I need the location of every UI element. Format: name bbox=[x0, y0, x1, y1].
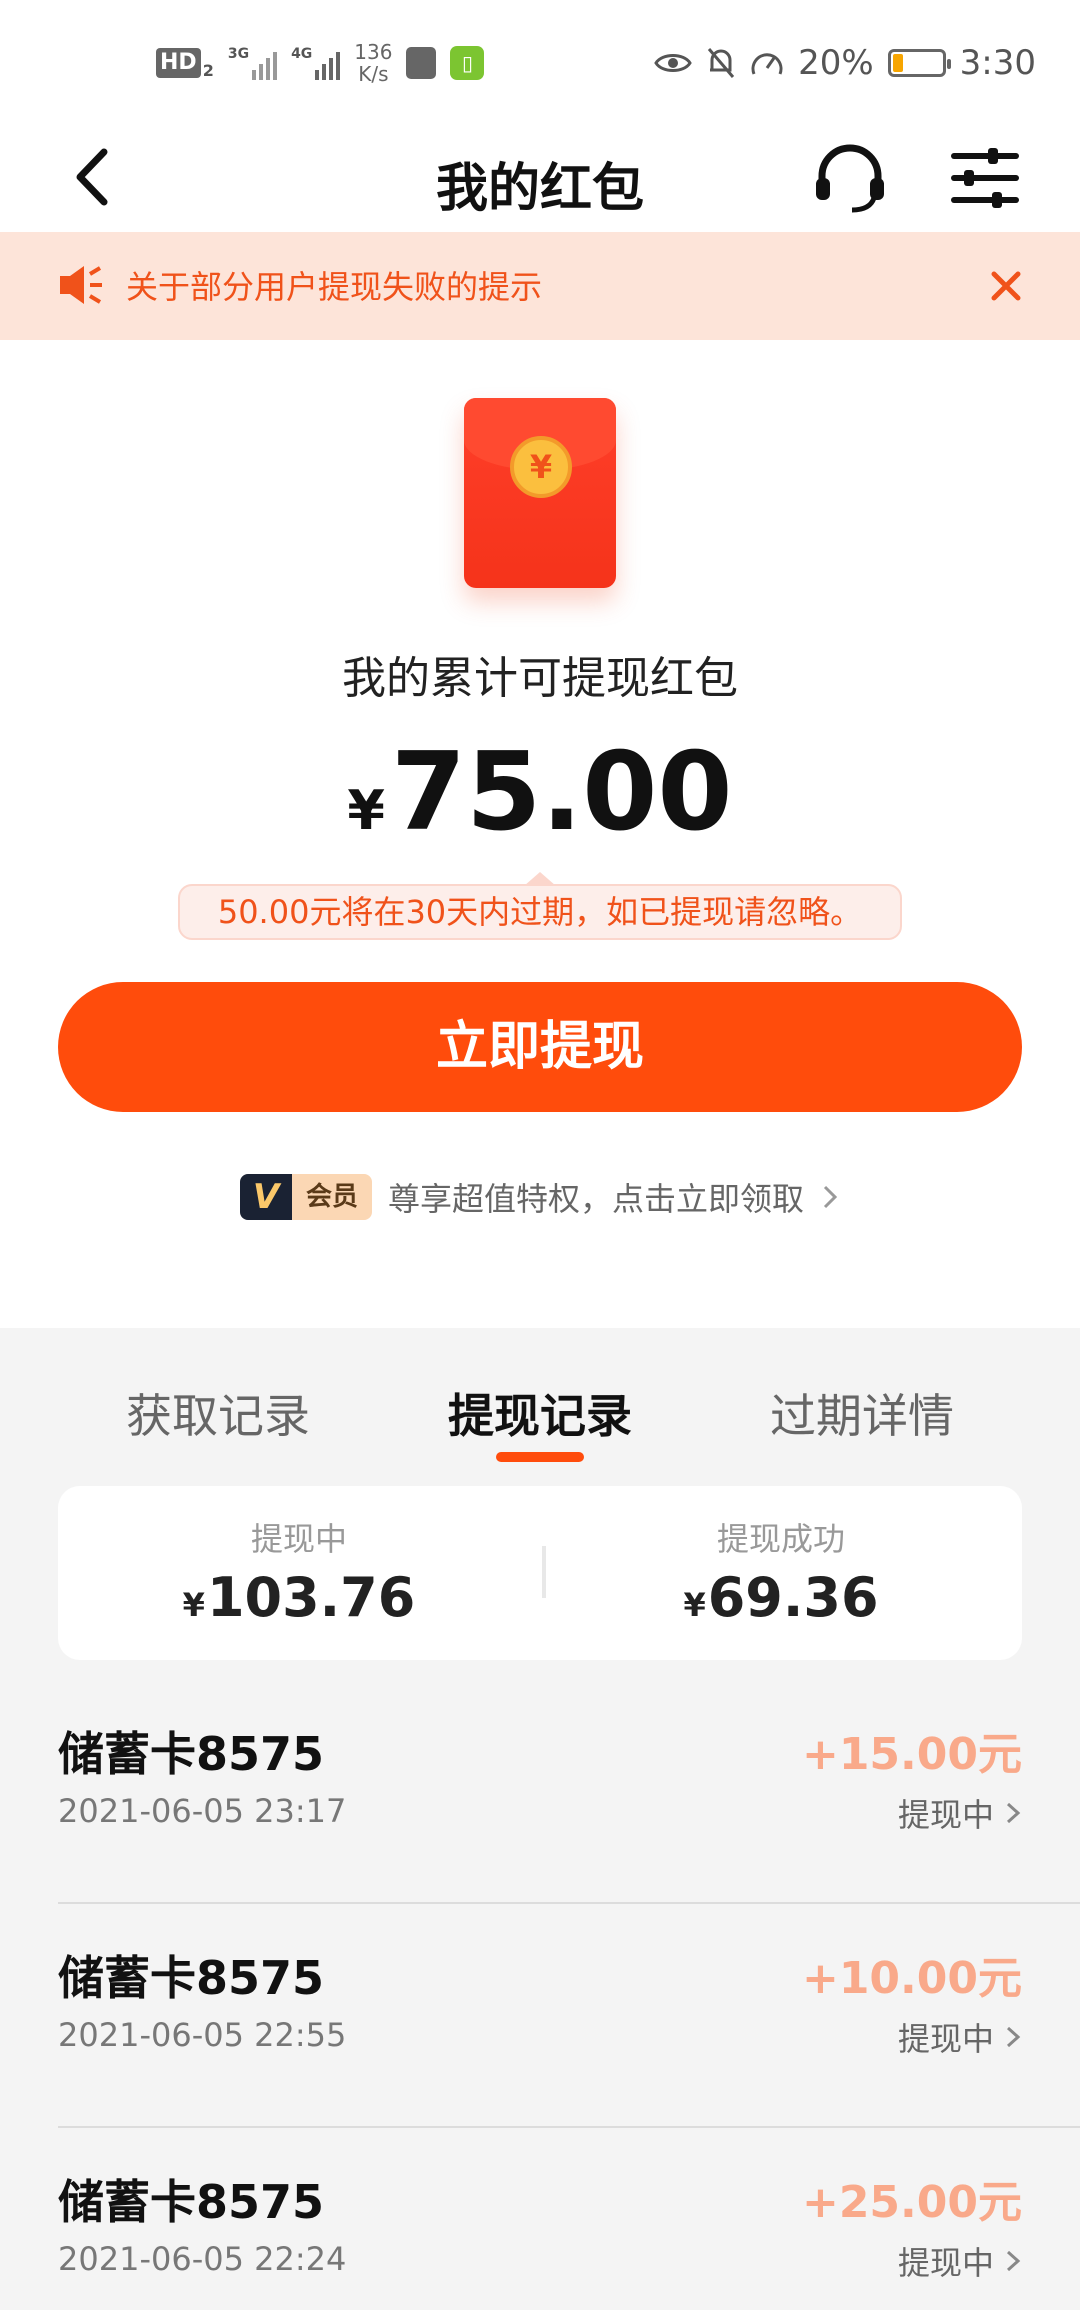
net-4g-label: 4G bbox=[291, 46, 313, 62]
tab-expired-details[interactable]: 过期详情 bbox=[712, 1380, 1012, 1446]
summary-success: 提现成功 ¥69.36 bbox=[540, 1486, 1022, 1660]
notice-banner[interactable]: 关于部分用户提现失败的提示 bbox=[0, 232, 1080, 340]
hd-icon: HD bbox=[156, 48, 201, 78]
record-amount: +15.00元 bbox=[801, 1729, 1022, 1780]
withdraw-summary-card: 提现中 ¥103.76 提现成功 ¥69.36 bbox=[58, 1486, 1022, 1660]
notice-text[interactable]: 关于部分用户提现失败的提示 bbox=[126, 262, 542, 308]
chevron-right-icon bbox=[1006, 1802, 1021, 1824]
pending-amount: 103.76 bbox=[206, 1566, 416, 1629]
record-status-label: 提现中 bbox=[897, 2020, 994, 2058]
record-title: 储蓄卡8575 bbox=[58, 2175, 325, 2229]
withdraw-now-button[interactable]: 立即提现 bbox=[58, 982, 1022, 1112]
tab-withdraw-records[interactable]: 提现记录 bbox=[390, 1380, 690, 1446]
record-status[interactable]: 提现中 bbox=[898, 2014, 1022, 2060]
speaker-icon bbox=[60, 266, 102, 304]
status-left-icons: HD 2 3G 4G 136 K/s ▯ bbox=[156, 38, 485, 88]
balance-currency: ¥ bbox=[347, 779, 385, 842]
notice-close-button[interactable] bbox=[978, 258, 1034, 314]
customer-service-button[interactable] bbox=[812, 140, 888, 216]
yuan-coin-icon: ¥ bbox=[510, 436, 572, 498]
network-speed: 136 K/s bbox=[354, 41, 392, 85]
record-status-label: 提现中 bbox=[897, 2244, 994, 2282]
record-row[interactable]: 储蓄卡8575 2021-06-05 22:55 +10.00元 提现中 bbox=[0, 1904, 1080, 2128]
vip-promo-link[interactable]: V 会员 尊享超值特权，点击立即领取 bbox=[0, 1170, 1080, 1224]
pending-value: ¥103.76 bbox=[58, 1566, 540, 1629]
summary-pending: 提现中 ¥103.76 bbox=[58, 1486, 540, 1660]
record-row[interactable]: 储蓄卡8575 2021-06-05 23:17 +15.00元 提现中 bbox=[0, 1680, 1080, 1904]
hd-sub-label: 2 bbox=[202, 60, 214, 80]
status-bar: HD 2 3G 4G 136 K/s ▯ 20% 3:30 bbox=[0, 0, 1080, 120]
success-label: 提现成功 bbox=[716, 1520, 845, 1558]
balance-amount: ¥75.00 bbox=[0, 730, 1080, 855]
sim-card-icon bbox=[406, 47, 437, 79]
record-status[interactable]: 提现中 bbox=[898, 2238, 1022, 2284]
signal-3g-icon: 3G bbox=[227, 46, 278, 80]
balance-label: 我的累计可提现红包 bbox=[342, 653, 738, 704]
pending-currency: ¥ bbox=[182, 1586, 205, 1624]
balance-amount-value: 75.00 bbox=[390, 730, 733, 855]
battery-percent: 20% bbox=[798, 43, 874, 83]
app-header: 我的红包 bbox=[0, 120, 1080, 232]
speed-value: 136 bbox=[354, 40, 393, 64]
status-right-icons: 20% 3:30 bbox=[654, 38, 1036, 88]
close-icon bbox=[991, 271, 1021, 301]
filter-settings-button[interactable] bbox=[950, 140, 1020, 216]
vip-badge: V 会员 bbox=[239, 1174, 372, 1220]
record-title: 储蓄卡8575 bbox=[58, 1951, 325, 2005]
record-status[interactable]: 提现中 bbox=[898, 1790, 1022, 1836]
battery-icon bbox=[887, 49, 951, 77]
chevron-right-icon bbox=[1006, 2250, 1021, 2272]
headset-icon bbox=[816, 144, 884, 213]
sliders-icon bbox=[951, 148, 1019, 208]
vip-promo-text: 尊享超值特权，点击立即领取 bbox=[388, 1180, 805, 1218]
tab-earn-records[interactable]: 获取记录 bbox=[68, 1380, 368, 1446]
record-title: 储蓄卡8575 bbox=[58, 1727, 325, 1781]
app-notification-icon: ▯ bbox=[450, 46, 485, 80]
success-value: ¥69.36 bbox=[540, 1566, 1022, 1629]
vip-logo-icon: V bbox=[239, 1174, 292, 1220]
record-amount: +25.00元 bbox=[801, 2177, 1022, 2228]
record-amount: +10.00元 bbox=[801, 1953, 1022, 2004]
eye-icon bbox=[654, 54, 692, 72]
page-title: 我的红包 bbox=[435, 159, 644, 219]
chevron-right-icon bbox=[823, 1185, 838, 1209]
record-tabs: 获取记录 提现记录 过期详情 bbox=[0, 1360, 1080, 1470]
mute-bell-icon bbox=[707, 48, 735, 78]
clock-time: 3:30 bbox=[959, 43, 1036, 83]
vip-badge-label: 会员 bbox=[291, 1174, 372, 1220]
speed-gauge-icon bbox=[751, 53, 783, 75]
record-time: 2021-06-05 23:17 bbox=[58, 1792, 347, 1830]
speed-unit: K/s bbox=[358, 62, 389, 86]
expire-tip: 50.00元将在30天内过期，如已提现请忽略。 bbox=[178, 872, 902, 940]
record-row[interactable]: 储蓄卡8575 2021-06-05 22:24 +25.00元 提现中 bbox=[0, 2128, 1080, 2310]
signal-4g-icon: 4G bbox=[291, 46, 341, 80]
pending-label: 提现中 bbox=[250, 1520, 347, 1558]
balance-card: ¥ 我的累计可提现红包 ¥75.00 50.00元将在30天内过期，如已提现请忽… bbox=[0, 340, 1080, 1328]
active-tab-indicator bbox=[496, 1452, 584, 1462]
record-status-label: 提现中 bbox=[897, 1796, 994, 1834]
success-currency: ¥ bbox=[683, 1586, 706, 1624]
success-amount: 69.36 bbox=[707, 1566, 879, 1629]
red-envelope-icon: ¥ bbox=[464, 398, 616, 588]
record-time: 2021-06-05 22:24 bbox=[58, 2240, 347, 2278]
record-time: 2021-06-05 22:55 bbox=[58, 2016, 347, 2054]
chevron-right-icon bbox=[1006, 2026, 1021, 2048]
net-3g-label: 3G bbox=[227, 46, 250, 62]
